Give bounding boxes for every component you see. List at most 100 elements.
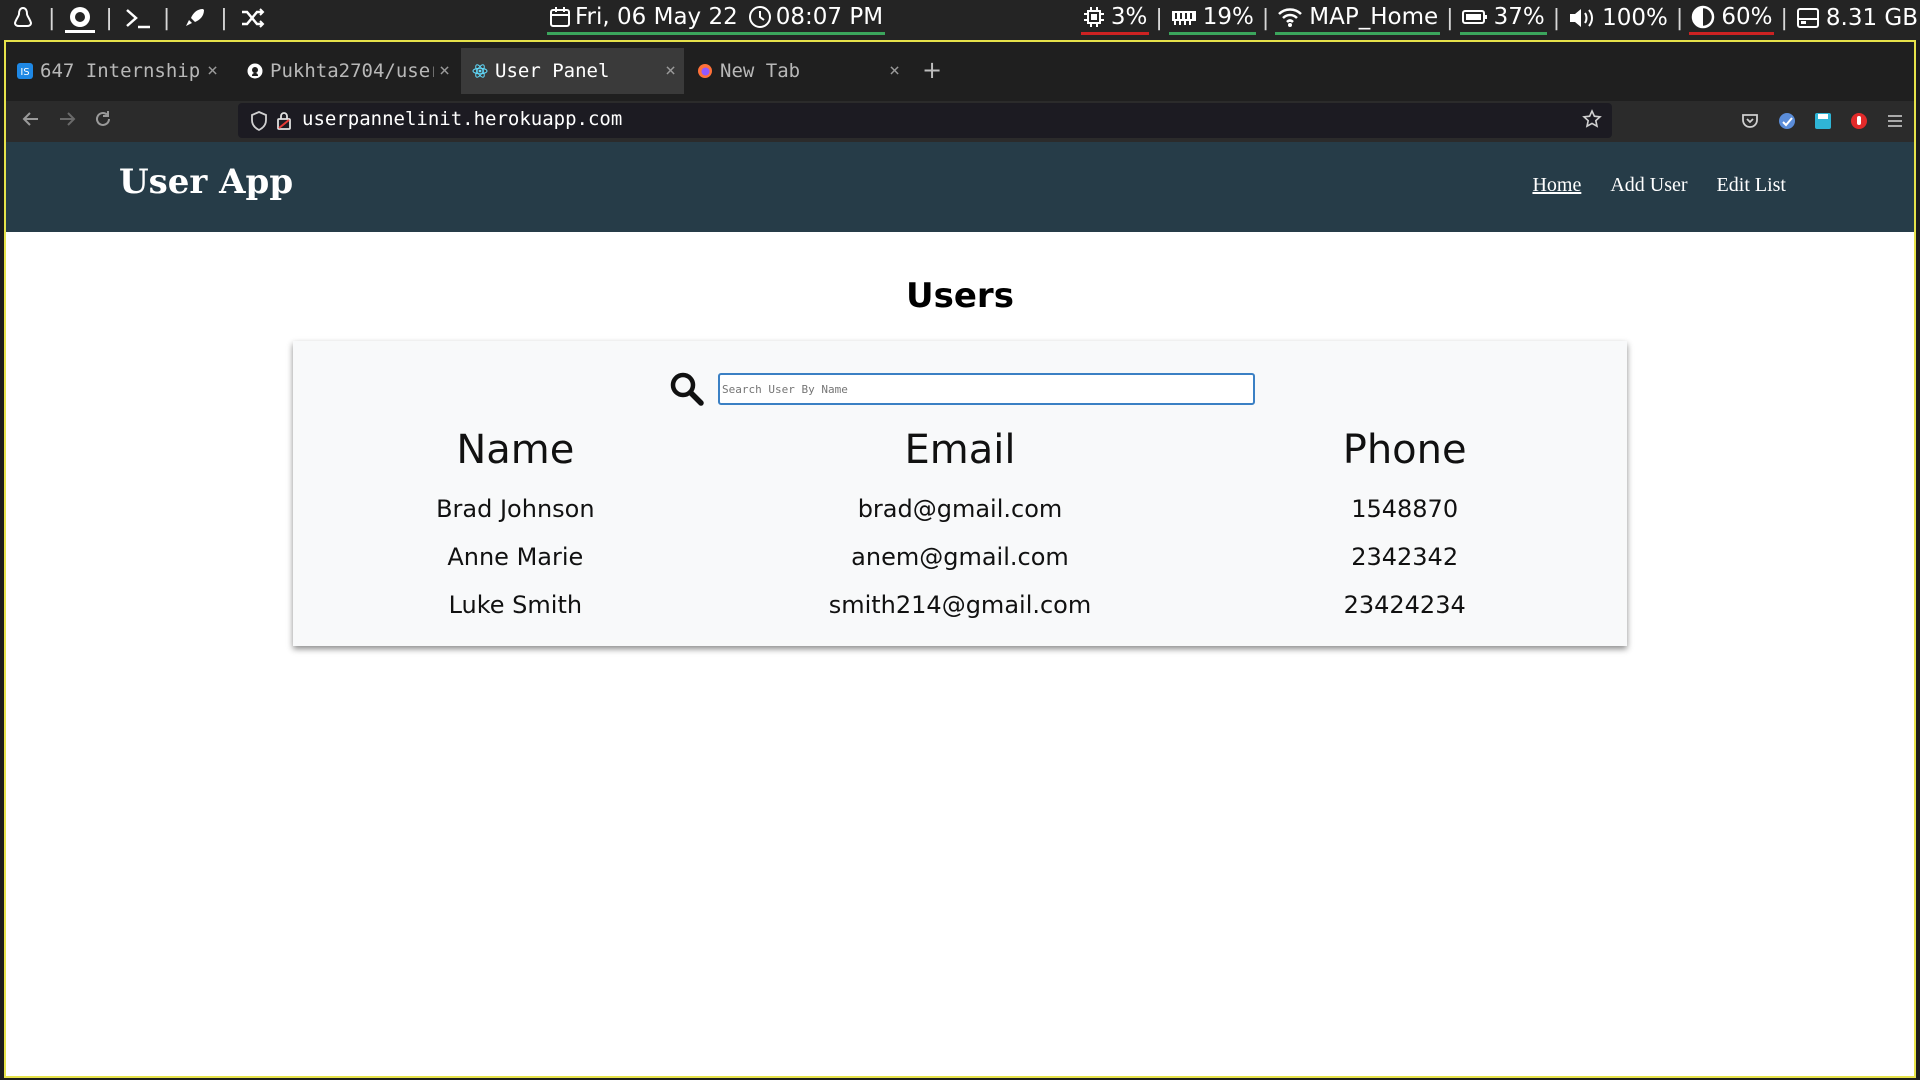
react-icon — [471, 62, 489, 80]
wifi-status[interactable]: MAP_Home — [1275, 1, 1441, 35]
user-name-cell: Brad Johnson — [436, 495, 595, 523]
volume-value: 100% — [1602, 5, 1668, 31]
browser-window: IS 647 Internship × Pukhta2704/userp × U… — [4, 40, 1916, 1078]
close-icon[interactable]: × — [889, 60, 900, 81]
tab-label: New Tab — [720, 60, 801, 82]
wifi-icon — [1278, 7, 1303, 27]
separator: | — [1780, 5, 1788, 31]
separator: | — [1261, 5, 1270, 31]
cpu-status[interactable]: 3% — [1080, 1, 1150, 35]
reload-icon[interactable] — [94, 109, 112, 133]
separator: | — [162, 5, 171, 31]
table-row: Luke Smith smith214@gmail.com 23424234 — [293, 581, 1627, 629]
tab-user-panel[interactable]: User Panel × — [461, 48, 684, 94]
calendar-icon — [550, 6, 570, 27]
battery-status[interactable]: 37% — [1459, 1, 1547, 35]
system-top-bar: | | | | Fri, 06 May 22 08:07 PM 3% | 19%… — [0, 0, 1920, 40]
page-title: Users — [906, 276, 1014, 316]
users-table: Name Email Phone Brad Johnson brad@gmail… — [293, 415, 1627, 629]
date-text: Fri, 06 May 22 — [575, 3, 738, 30]
tab-label: Pukhta2704/userp — [270, 60, 434, 82]
separator: | — [1155, 5, 1163, 31]
brightness-value: 60% — [1721, 3, 1773, 30]
nav-home-link[interactable]: Home — [1532, 174, 1581, 197]
clock-widget[interactable]: Fri, 06 May 22 08:07 PM — [547, 0, 886, 36]
tab-label: 647 Internship — [40, 60, 201, 82]
table-row: Anne Marie anem@gmail.com 2342342 — [293, 533, 1627, 581]
hamburger-menu-icon[interactable] — [1884, 110, 1906, 132]
memory-value: 19% — [1202, 3, 1254, 30]
firefox-icon — [696, 62, 714, 80]
shuffle-icon[interactable] — [238, 3, 268, 33]
app-nav: Home Add User Edit List — [1503, 174, 1786, 197]
nav-edit-list-link[interactable]: Edit List — [1717, 174, 1786, 197]
time-text: 08:07 PM — [775, 3, 884, 30]
forward-arrow-icon[interactable] — [58, 109, 76, 133]
user-phone-cell: 1548870 — [1351, 495, 1459, 523]
speaker-icon — [1570, 9, 1594, 27]
separator: | — [220, 5, 228, 31]
brightness-status[interactable]: 60% — [1689, 1, 1775, 35]
app-brand[interactable]: User App — [119, 162, 293, 202]
disk-status[interactable]: 8.31 GB — [1794, 1, 1920, 35]
nav-add-user-link[interactable]: Add User — [1610, 174, 1687, 197]
url-text: userpannelinit.herokuapp.com — [302, 108, 623, 130]
battery-value: 37% — [1493, 3, 1545, 30]
user-email-cell: brad@gmail.com — [857, 495, 1063, 523]
rocket-icon[interactable] — [180, 3, 210, 33]
new-tab-button[interactable]: + — [922, 56, 942, 84]
user-name-cell: Luke Smith — [448, 591, 583, 619]
table-row: Brad Johnson brad@gmail.com 1548870 — [293, 485, 1627, 533]
separator: | — [1675, 5, 1684, 31]
terminal-icon[interactable] — [123, 3, 153, 33]
separator: | — [105, 5, 113, 31]
disk-icon — [1796, 8, 1819, 28]
tracking-shield-icon[interactable] — [250, 111, 268, 135]
github-icon — [246, 62, 264, 80]
search-user-input[interactable] — [718, 373, 1255, 405]
column-header-phone: Phone — [1342, 427, 1467, 473]
volume-status[interactable]: 100% — [1566, 1, 1670, 35]
users-card: Name Email Phone Brad Johnson brad@gmail… — [293, 341, 1627, 646]
adblock-hand-icon[interactable] — [1848, 110, 1870, 132]
disk-value: 8.31 GB — [1825, 5, 1918, 31]
brightness-icon — [1692, 5, 1715, 28]
system-launchers: | | | | — [8, 0, 268, 36]
save-disk-icon[interactable] — [1812, 110, 1834, 132]
lock-icon[interactable] — [276, 111, 292, 135]
tab-new-tab[interactable]: New Tab × — [686, 48, 908, 94]
back-arrow-icon[interactable] — [22, 109, 40, 133]
bookmark-star-icon[interactable] — [1582, 109, 1602, 134]
column-header-name: Name — [456, 427, 575, 473]
tab-internship[interactable]: IS 647 Internship × — [6, 48, 226, 94]
navigation-toolbar: userpannelinit.herokuapp.com — [6, 101, 1914, 142]
user-name-cell: Anne Marie — [447, 543, 584, 571]
user-phone-cell: 23424234 — [1343, 591, 1466, 619]
close-icon[interactable]: × — [665, 60, 676, 81]
memory-icon — [1171, 10, 1196, 25]
address-bar[interactable]: userpannelinit.herokuapp.com — [238, 103, 1612, 138]
app-header: User App Home Add User Edit List — [6, 142, 1914, 232]
web-page: User App Home Add User Edit List Users N… — [6, 142, 1914, 1076]
tab-strip: IS 647 Internship × Pukhta2704/userp × U… — [6, 42, 1914, 101]
tab-github[interactable]: Pukhta2704/userp × — [236, 48, 458, 94]
cpu-icon — [1083, 6, 1104, 27]
close-icon[interactable]: × — [439, 60, 450, 81]
wifi-network-name: MAP_Home — [1309, 3, 1439, 30]
power-icon[interactable] — [65, 3, 96, 33]
close-icon[interactable]: × — [207, 60, 218, 81]
column-header-email: Email — [904, 427, 1016, 473]
table-header-row: Name Email Phone — [293, 415, 1627, 485]
memory-status[interactable]: 19% — [1168, 1, 1256, 35]
separator: | — [1552, 5, 1561, 31]
linux-penguin-icon[interactable] — [8, 3, 38, 33]
internshala-icon: IS — [16, 62, 34, 80]
pocket-icon[interactable] — [1739, 110, 1761, 132]
user-phone-cell: 2342342 — [1351, 543, 1459, 571]
system-status: 3% | 19% | MAP_Home | 37% | 100% | 60% | — [1080, 0, 1920, 36]
separator: | — [1446, 5, 1454, 31]
extension-blue-icon[interactable] — [1776, 110, 1798, 132]
cpu-value: 3% — [1110, 3, 1148, 30]
tab-label: User Panel — [495, 60, 610, 82]
separator: | — [48, 5, 56, 31]
